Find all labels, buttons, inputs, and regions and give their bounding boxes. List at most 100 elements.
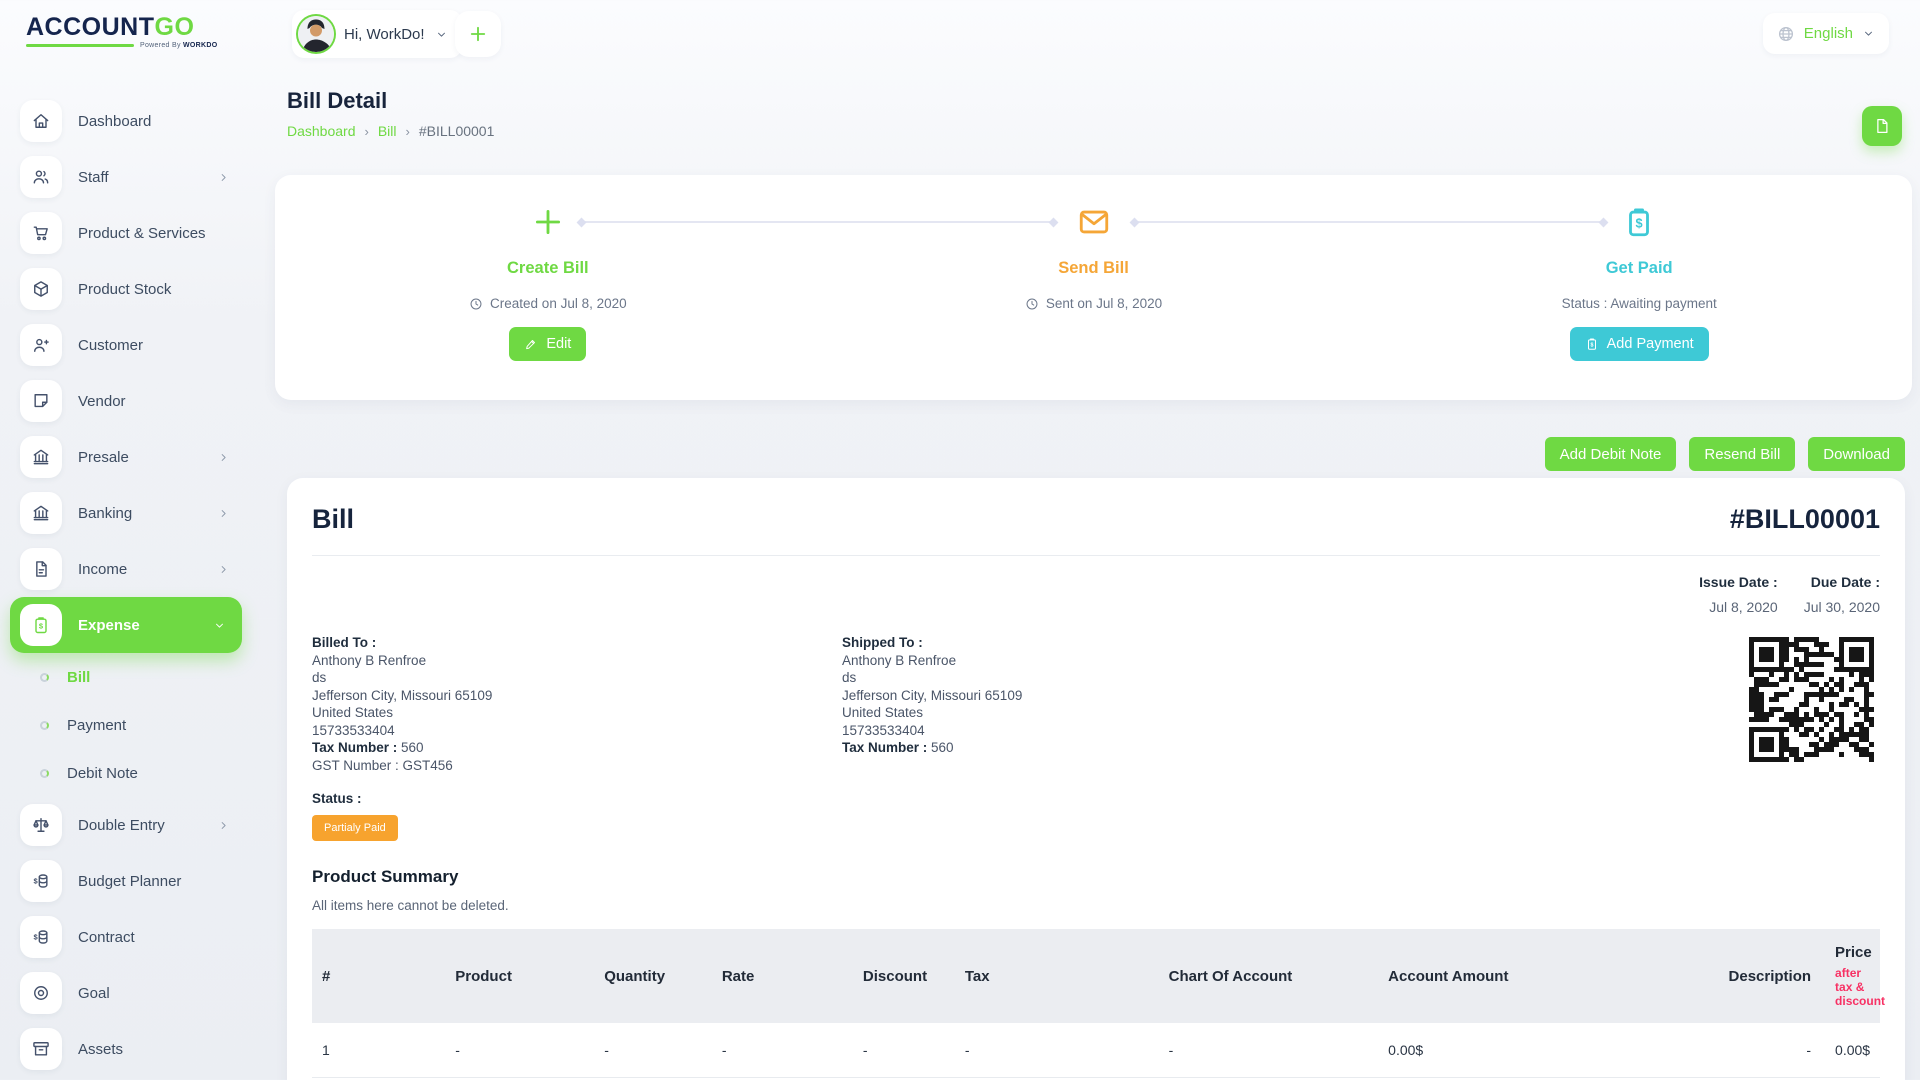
button-icon	[1585, 337, 1599, 351]
progress-step: Create Bill Created on Jul 8, 2020 Edit	[275, 175, 821, 400]
sidebar-item-icon	[20, 100, 62, 142]
bullet-icon	[40, 673, 49, 682]
button-icon	[524, 337, 538, 351]
bullet-icon	[40, 769, 49, 778]
chevron-icon	[217, 171, 230, 184]
table-cell: -	[712, 1023, 853, 1078]
resend-bill-button[interactable]: Resend Bill	[1689, 437, 1795, 471]
breadcrumb-bill[interactable]: Bill	[378, 123, 397, 139]
address-line: 15733533404	[312, 725, 842, 738]
billed-to-block: Billed To : Anthony B Renfroe ds Jeffers…	[312, 637, 842, 777]
step-action-button[interactable]: Edit	[509, 327, 586, 361]
table-header-cell: Product	[445, 929, 594, 1023]
address-line: Jefferson City, Missouri 65109	[842, 690, 1372, 703]
download-button[interactable]: Download	[1808, 437, 1905, 471]
chevron-down-icon	[435, 28, 448, 41]
sidebar-item[interactable]: Income	[0, 541, 256, 597]
language-label: English	[1804, 25, 1853, 42]
user-menu[interactable]: Hi, WorkDo!	[292, 10, 462, 58]
greeting-text: Hi, WorkDo!	[344, 26, 425, 43]
table-header-cell: Rate	[712, 929, 853, 1023]
main-content: Hi, WorkDo! English Bill Detail Dashboar…	[256, 0, 1920, 1080]
table-header-cell: #	[312, 929, 445, 1023]
step-subtitle: Status : Awaiting payment	[1366, 296, 1912, 311]
logo-text: ACCOUNTGO	[26, 14, 217, 40]
bill-detail-card: Bill #BILL00001 Issue Date : Jul 8, 2020…	[287, 478, 1905, 1080]
bill-progress-card: Create Bill Created on Jul 8, 2020 Edit …	[275, 175, 1912, 400]
sidebar-item[interactable]: Assets	[0, 1021, 256, 1077]
sidebar-item[interactable]: Product Stock	[0, 261, 256, 317]
sidebar-nav: Dashboard Staff Product & Services Produ…	[0, 93, 256, 1077]
table-cell: -	[853, 1023, 955, 1078]
divider	[312, 555, 1880, 556]
quick-add-button[interactable]	[455, 11, 501, 57]
sidebar-item-icon	[20, 1028, 62, 1070]
breadcrumb-separator: ›	[406, 124, 410, 139]
language-selector[interactable]: English	[1763, 13, 1889, 54]
address-line: Billed To :	[312, 637, 842, 650]
breadcrumb-current: #BILL00001	[419, 123, 495, 139]
bill-dates: Issue Date : Jul 8, 2020 Due Date : Jul …	[312, 574, 1880, 615]
address-line: United States	[312, 707, 842, 720]
sidebar-item[interactable]: Contract	[0, 909, 256, 965]
table-cell: -	[955, 1023, 1159, 1078]
sidebar-subitem[interactable]: Debit Note	[0, 749, 256, 797]
sidebar-item[interactable]: Product & Services	[0, 205, 256, 261]
product-summary-title: Product Summary	[312, 867, 1880, 887]
add-debit-note-button[interactable]: Add Debit Note	[1545, 437, 1677, 471]
page-title: Bill Detail	[287, 88, 494, 114]
issue-date-label: Issue Date :	[1699, 574, 1778, 590]
breadcrumb-dashboard[interactable]: Dashboard	[287, 123, 356, 139]
address-line: Tax Number : 560	[312, 742, 842, 755]
sidebar-item-icon	[20, 548, 62, 590]
clock-icon	[1025, 297, 1039, 311]
app-logo[interactable]: ACCOUNTGO Powered By WORKDO	[26, 14, 217, 49]
sidebar-item[interactable]: Dashboard	[0, 93, 256, 149]
table-header-cell: Chart Of Account	[1159, 929, 1379, 1023]
chevron-down-icon	[1862, 27, 1875, 40]
clock-icon	[469, 297, 483, 311]
table-cell: -	[1159, 1023, 1379, 1078]
sidebar-item[interactable]: Vendor	[0, 373, 256, 429]
sidebar-item-icon	[20, 212, 62, 254]
bullet-icon	[40, 721, 49, 730]
sidebar-item[interactable]: Presale	[0, 429, 256, 485]
export-document-button[interactable]	[1862, 106, 1902, 146]
sidebar-subitem[interactable]: Payment	[0, 701, 256, 749]
document-icon	[1873, 117, 1891, 135]
sidebar-item[interactable]: Customer	[0, 317, 256, 373]
chevron-icon	[217, 451, 230, 464]
address-line: ds	[842, 672, 1372, 685]
sidebar-subitem[interactable]: Bill	[0, 653, 256, 701]
shipped-to-block: Shipped To : Anthony B Renfroe ds Jeffer…	[842, 637, 1372, 777]
sidebar-item[interactable]: Goal	[0, 965, 256, 1021]
items-table: #ProductQuantityRateDiscountTaxChart Of …	[312, 929, 1880, 1078]
sidebar-item[interactable]: Expense	[10, 597, 242, 653]
table-header-cell: Account Amount	[1378, 929, 1613, 1023]
sidebar-item-icon	[20, 436, 62, 478]
bill-number: #BILL00001	[1730, 504, 1880, 535]
sidebar-item-icon	[20, 324, 62, 366]
sidebar-item-icon	[20, 492, 62, 534]
sidebar-item-icon	[20, 860, 62, 902]
step-action-button[interactable]: Add Payment	[1570, 327, 1709, 361]
breadcrumb-separator: ›	[365, 124, 369, 139]
bill-actions: Add Debit Note Resend Bill Download	[1545, 437, 1905, 471]
chevron-icon	[217, 819, 230, 832]
bill-title: Bill	[312, 504, 354, 535]
chevron-icon	[217, 507, 230, 520]
sidebar-item[interactable]: Staff	[0, 149, 256, 205]
globe-icon	[1777, 25, 1795, 43]
address-line: 15733533404	[842, 725, 1372, 738]
sidebar-item[interactable]: Banking	[0, 485, 256, 541]
sidebar-item-icon	[20, 916, 62, 958]
table-header-cell: Description	[1613, 929, 1825, 1023]
sidebar-item[interactable]: Budget Planner	[0, 853, 256, 909]
table-header-row: #ProductQuantityRateDiscountTaxChart Of …	[312, 929, 1880, 1023]
sidebar-item[interactable]: Double Entry	[0, 797, 256, 853]
progress-step: Send Bill Sent on Jul 8, 2020	[821, 175, 1367, 400]
table-cell: 0.00$	[1825, 1023, 1880, 1078]
sidebar-item-icon	[20, 604, 62, 646]
step-title: Get Paid	[1366, 259, 1912, 278]
table-cell: 0.00$	[1378, 1023, 1613, 1078]
